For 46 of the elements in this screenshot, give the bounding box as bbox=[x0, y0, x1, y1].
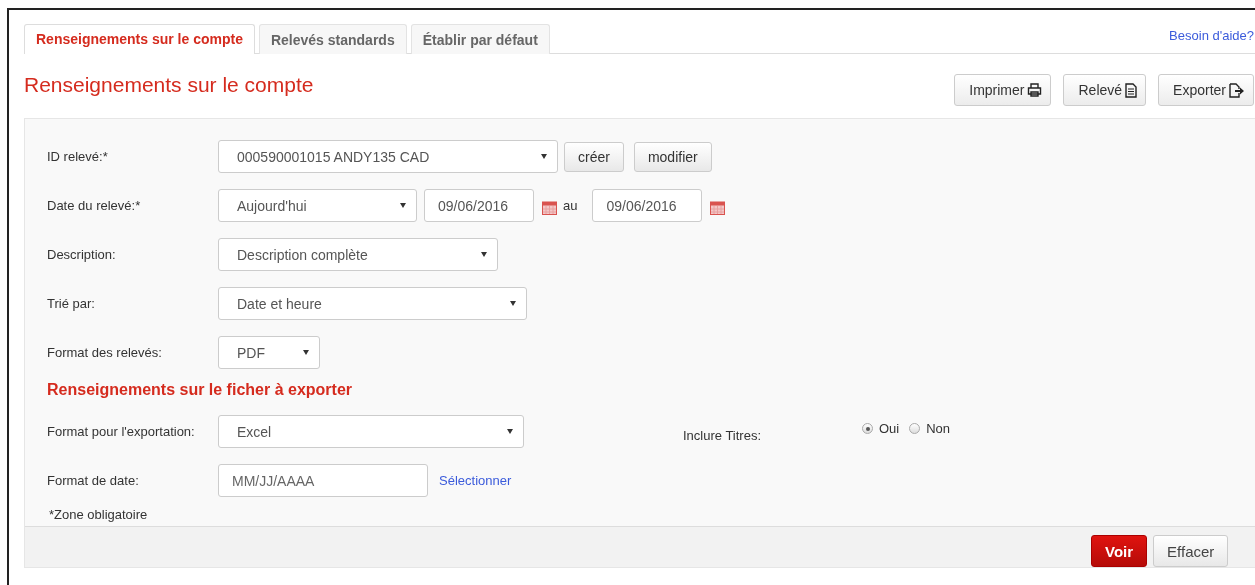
field-label: Format de date: bbox=[47, 473, 140, 488]
date-field[interactable]: 09/06/2016 bbox=[592, 189, 703, 222]
dropdown[interactable]: Date et heure bbox=[218, 287, 527, 320]
help-link[interactable]: Besoin d'aide? bbox=[1169, 28, 1254, 43]
field-label: Description: bbox=[47, 247, 117, 262]
field-label: Format des relevés: bbox=[47, 345, 163, 360]
page-title: Renseignements sur le compte bbox=[24, 73, 314, 97]
caret-icon bbox=[510, 301, 516, 306]
date-field[interactable]: 09/06/2016 bbox=[424, 189, 534, 222]
action-button[interactable]: modifier bbox=[633, 141, 712, 172]
date-format-field[interactable]: MM/JJ/AAAA bbox=[218, 464, 428, 497]
printer-icon bbox=[1027, 83, 1043, 97]
select-link[interactable]: Sélectionner bbox=[439, 473, 512, 488]
tab[interactable]: Établir par défaut bbox=[410, 24, 550, 54]
caret-icon bbox=[481, 252, 487, 257]
dropdown[interactable]: Aujourd'hui bbox=[218, 189, 417, 222]
field-label: Date du relevé:* bbox=[47, 198, 142, 213]
document-button[interactable]: Relevé bbox=[1063, 74, 1147, 106]
range-separator: au bbox=[563, 198, 578, 213]
export-icon bbox=[1229, 82, 1245, 98]
document-icon bbox=[1125, 82, 1138, 98]
export-button[interactable]: Exporter bbox=[1158, 74, 1254, 106]
caret-icon bbox=[507, 429, 513, 434]
radio-option[interactable]: Oui bbox=[862, 421, 900, 436]
field-label: ID relevé:* bbox=[47, 149, 109, 164]
section-heading: Renseignements sur le ficher à exporter bbox=[47, 381, 353, 399]
dropdown[interactable]: Description complète bbox=[218, 238, 498, 271]
dropdown[interactable]: Excel bbox=[218, 415, 524, 448]
required-note: *Zone obligatoire bbox=[49, 507, 149, 524]
field-label: Inclure Titres: bbox=[683, 428, 763, 443]
field-label: Trié par: bbox=[47, 296, 96, 311]
action-button[interactable]: créer bbox=[564, 141, 624, 172]
dropdown[interactable]: PDF bbox=[218, 336, 320, 369]
calendar-icon[interactable] bbox=[710, 200, 726, 215]
caret-icon bbox=[303, 350, 309, 355]
clear-button[interactable]: Effacer bbox=[1153, 535, 1229, 567]
view-button[interactable]: Voir bbox=[1091, 535, 1148, 567]
field-label: Format pour l'exportation: bbox=[47, 424, 196, 439]
caret-icon bbox=[400, 203, 406, 208]
dropdown[interactable]: 000590001015 ANDY135 CAD bbox=[218, 140, 558, 173]
print-button[interactable]: Imprimer bbox=[954, 74, 1052, 106]
radio-option[interactable]: Non bbox=[909, 421, 951, 436]
tab[interactable]: Relevés standards bbox=[258, 24, 407, 54]
tab[interactable]: Renseignements sur le compte bbox=[24, 24, 255, 54]
caret-icon bbox=[541, 154, 547, 159]
calendar-icon[interactable] bbox=[542, 200, 557, 215]
